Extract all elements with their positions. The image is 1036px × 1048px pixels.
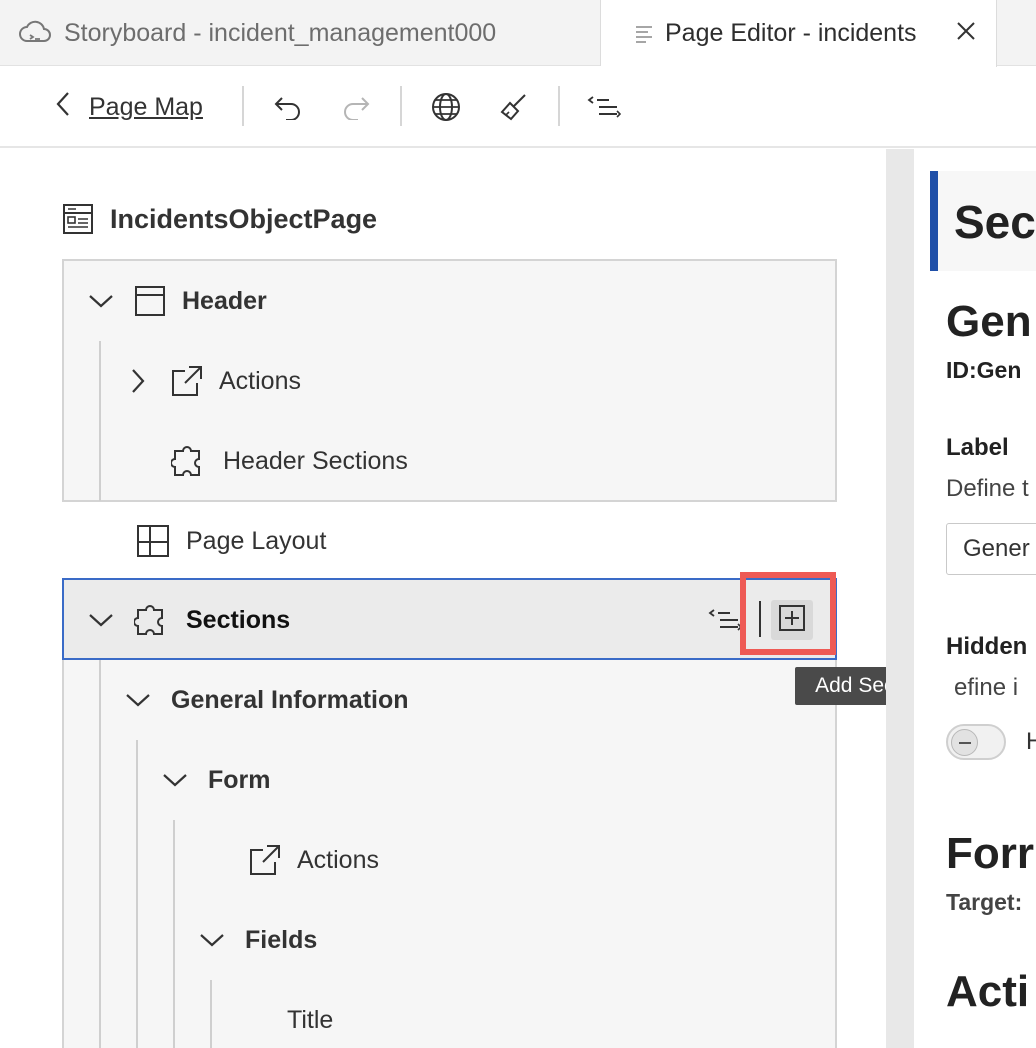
section-title: Gen — [946, 297, 1032, 346]
external-link-icon — [171, 365, 203, 397]
form-title: Forr — [946, 829, 1034, 878]
chevron-right-icon[interactable] — [123, 368, 153, 394]
tree-node-form[interactable]: Form — [160, 760, 271, 800]
tree-node-label: Header Sections — [223, 446, 408, 475]
globe-icon[interactable] — [429, 89, 463, 125]
tree-node-general-information[interactable]: General Information — [123, 680, 409, 720]
minus-icon — [951, 729, 978, 756]
id-value: Gen — [976, 357, 1022, 383]
chevron-down-icon[interactable] — [86, 612, 116, 628]
chevron-down-icon[interactable] — [86, 293, 116, 309]
tab-storyboard[interactable]: Storyboard - incident_management000 — [0, 0, 601, 66]
tab-bar: Storyboard - incident_management000 Page… — [0, 0, 1036, 67]
tab-page-editor[interactable]: Page Editor - incidents — [601, 0, 997, 67]
page-title-label: IncidentsObjectPage — [110, 203, 378, 234]
tree-guide-line — [99, 660, 101, 1048]
toolbar-divider — [400, 86, 402, 126]
add-sections-highlight — [740, 572, 836, 655]
target-label: Target: — [946, 889, 1023, 915]
page-map-label: Page Map — [89, 92, 203, 121]
tab-label: Storyboard - incident_management000 — [64, 18, 497, 47]
document-lines-icon — [635, 24, 653, 44]
chevron-left-icon — [55, 90, 71, 125]
puzzle-icon — [134, 604, 170, 636]
page-map-button[interactable]: Page Map — [55, 89, 203, 125]
tree-node-label: Sections — [186, 605, 291, 634]
id-label: ID: — [946, 357, 977, 383]
tree-node-label: Form — [208, 765, 271, 794]
hidden-field-description: efine i — [954, 674, 1019, 701]
tree-node-label: Header — [182, 286, 267, 315]
toolbar-divider — [242, 86, 244, 126]
tree-node-label: Actions — [297, 845, 379, 874]
outline-icon[interactable] — [708, 600, 742, 640]
outline-icon[interactable] — [586, 89, 622, 125]
chevron-down-icon[interactable] — [160, 772, 190, 788]
tree-node-label: Fields — [245, 925, 318, 954]
tree-node-page-layout[interactable]: Page Layout — [136, 521, 326, 561]
chevron-down-icon[interactable] — [197, 932, 227, 948]
properties-panel: Sec Gen ID:Gen Label Define t Gener Hidd… — [914, 149, 1036, 1048]
puzzle-icon — [171, 445, 207, 477]
tab-more[interactable] — [997, 0, 1036, 66]
label-field-description: Define t — [946, 475, 1029, 502]
tree-guide-line — [136, 740, 138, 1048]
tree-node-header-sections[interactable]: Header Sections — [171, 441, 408, 481]
toolbar-divider — [558, 86, 560, 126]
page-title: IncidentsObjectPage — [62, 201, 377, 237]
external-link-icon — [249, 844, 281, 876]
heading-accent-bar — [930, 171, 938, 271]
redo-icon[interactable] — [340, 89, 372, 125]
tree-guide-line — [210, 980, 212, 1048]
tree-node-label: Page Layout — [186, 526, 327, 555]
tree-guide-line — [99, 341, 101, 501]
label-input-value: Gener — [963, 535, 1030, 562]
tree-node-label: General Information — [171, 685, 409, 714]
hidden-toggle[interactable] — [946, 724, 1006, 760]
section-id: ID:Gen — [946, 357, 1021, 384]
panel-splitter[interactable] — [886, 149, 914, 1048]
tree-node-label: Actions — [219, 366, 301, 395]
toolbar: Page Map — [0, 67, 1036, 148]
tree-node-form-actions[interactable]: Actions — [249, 840, 379, 880]
header-layout-icon — [134, 285, 166, 317]
actions-title: Acti — [946, 967, 1030, 1016]
tree-node-header-actions[interactable]: Actions — [123, 361, 301, 401]
label-input[interactable]: Gener — [946, 523, 1036, 575]
close-icon[interactable] — [954, 19, 978, 43]
tree-node-header[interactable]: Header — [86, 281, 267, 321]
undo-icon[interactable] — [272, 89, 304, 125]
label-field-title: Label — [946, 434, 1009, 461]
properties-heading: Sec — [954, 196, 1036, 248]
cloud-icon — [18, 20, 52, 46]
tree-node-sections[interactable]: Sections — [86, 600, 290, 640]
tree-node-fields[interactable]: Fields — [197, 920, 317, 960]
chevron-down-icon[interactable] — [123, 692, 153, 708]
tree-node-title[interactable]: Title — [287, 1000, 333, 1040]
page-layout-icon — [136, 524, 170, 558]
toggle-label: H — [1026, 728, 1036, 755]
tree-node-label: Title — [287, 1005, 334, 1034]
hidden-field-title: Hidden — [946, 633, 1028, 660]
tab-label: Page Editor - incidents — [665, 19, 917, 47]
broom-icon[interactable] — [498, 89, 530, 125]
object-page-icon — [62, 203, 94, 235]
tree-guide-line — [173, 820, 175, 1048]
